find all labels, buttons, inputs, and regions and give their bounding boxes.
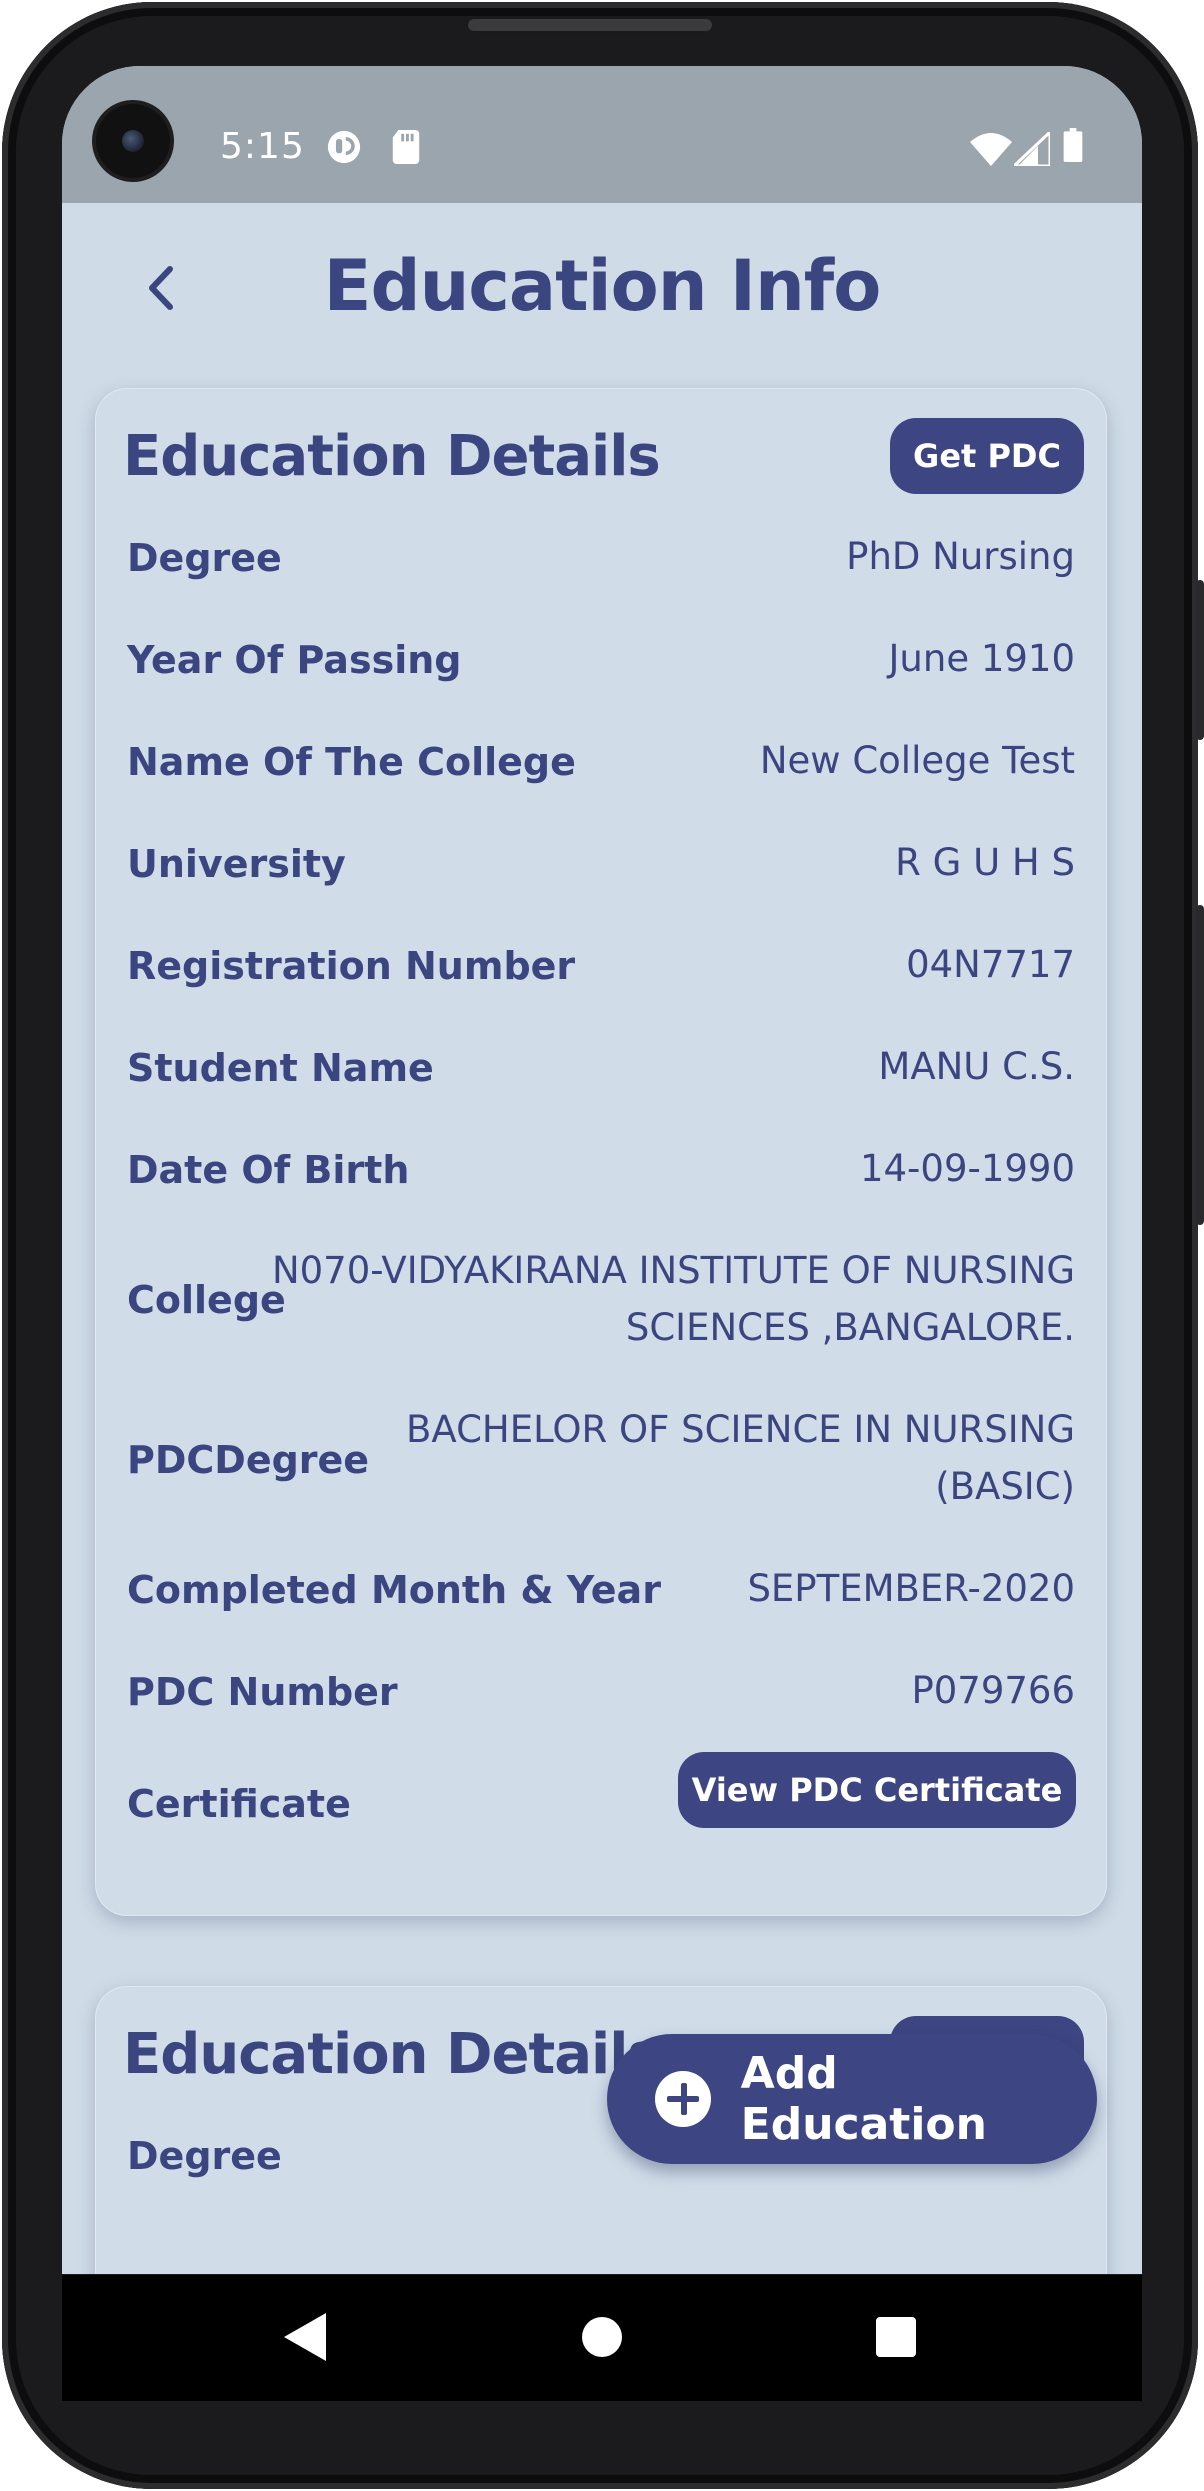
view-pdc-certificate-button[interactable]: View PDC Certificate xyxy=(678,1752,1076,1828)
battery-icon xyxy=(1063,128,1083,162)
status-time: 5:15 xyxy=(220,126,305,167)
row-label-degree: Degree xyxy=(127,536,282,580)
row-value-pdc-degree: BACHELOR OF SCIENCE IN NURSING (BASIC) xyxy=(406,1401,1075,1515)
power-button xyxy=(1196,905,1204,1225)
plus-circle-icon xyxy=(655,2071,711,2127)
get-pdc-button[interactable]: Get PDC xyxy=(890,418,1084,494)
home-circle-icon[interactable] xyxy=(580,2315,624,2359)
wifi-icon xyxy=(970,133,1012,166)
phone-device: 5:15 Education Info Education Details Ge… xyxy=(0,0,1204,2491)
row-value-pdc-number: P079766 xyxy=(911,1669,1075,1712)
system-nav-bar xyxy=(62,2275,1142,2401)
app-header: Education Info xyxy=(62,203,1142,383)
front-camera xyxy=(96,104,170,178)
row-value-college-name: New College Test xyxy=(759,739,1075,782)
card-title: Education Details xyxy=(123,424,661,489)
row-label-certificate: Certificate xyxy=(127,1782,351,1826)
row-label-college-name: Name Of The College xyxy=(127,740,576,784)
row-value-degree: PhD Nursing xyxy=(846,535,1075,578)
row-value-college-line2: SCIENCES ,BANGALORE. xyxy=(625,1306,1075,1349)
row-label-university: University xyxy=(127,842,346,886)
page-title: Education Info xyxy=(323,245,882,327)
education-card: Education Details Get PDC Degree PhD Nur… xyxy=(95,388,1107,1916)
row-label-pdc-number: PDC Number xyxy=(127,1670,398,1714)
row-label-student-name: Student Name xyxy=(127,1046,434,1090)
row-value-registration-number: 04N7717 xyxy=(906,943,1075,986)
add-education-label: Add Education xyxy=(740,2048,987,2150)
row-label-college: College xyxy=(127,1278,286,1322)
row-value-student-name: MANU C.S. xyxy=(878,1045,1075,1088)
row-label-year-of-passing: Year Of Passing xyxy=(127,638,462,682)
row-value-pdc-degree-line1: BACHELOR OF SCIENCE IN NURSING xyxy=(406,1408,1075,1451)
row-value-completed-month-year: SEPTEMBER-2020 xyxy=(747,1567,1075,1610)
row-value-university: R G U H S xyxy=(895,841,1075,884)
recents-square-icon[interactable] xyxy=(874,2315,918,2359)
row-value-college: N070-VIDYAKIRANA INSTITUTE OF NURSING SC… xyxy=(272,1242,1075,1356)
row-label-registration-number: Registration Number xyxy=(127,944,576,988)
volume-button xyxy=(1196,580,1204,740)
status-bar: 5:15 xyxy=(62,66,1142,203)
back-triangle-icon[interactable] xyxy=(282,2311,328,2363)
row-value-year-of-passing: June 1910 xyxy=(888,637,1076,680)
sd-card-icon xyxy=(392,130,420,164)
row-label-completed-month-year: Completed Month & Year xyxy=(127,1568,661,1612)
row-value-college-line1: N070-VIDYAKIRANA INSTITUTE OF NURSING xyxy=(271,1249,1075,1292)
row-label-degree: Degree xyxy=(127,2134,282,2178)
add-education-button[interactable]: Add Education xyxy=(607,2034,1097,2164)
headset-icon xyxy=(327,130,361,164)
card-title: Education Details xyxy=(123,2022,661,2087)
app-screen: 5:15 Education Info Education Details Ge… xyxy=(62,66,1142,2274)
row-value-date-of-birth: 14-09-1990 xyxy=(859,1147,1075,1190)
row-value-pdc-degree-line2: (BASIC) xyxy=(935,1465,1075,1508)
earpiece-speaker xyxy=(465,16,715,34)
signal-icon xyxy=(1014,132,1050,166)
row-label-date-of-birth: Date Of Birth xyxy=(127,1148,410,1192)
row-label-pdc-degree: PDCDegree xyxy=(127,1438,370,1482)
